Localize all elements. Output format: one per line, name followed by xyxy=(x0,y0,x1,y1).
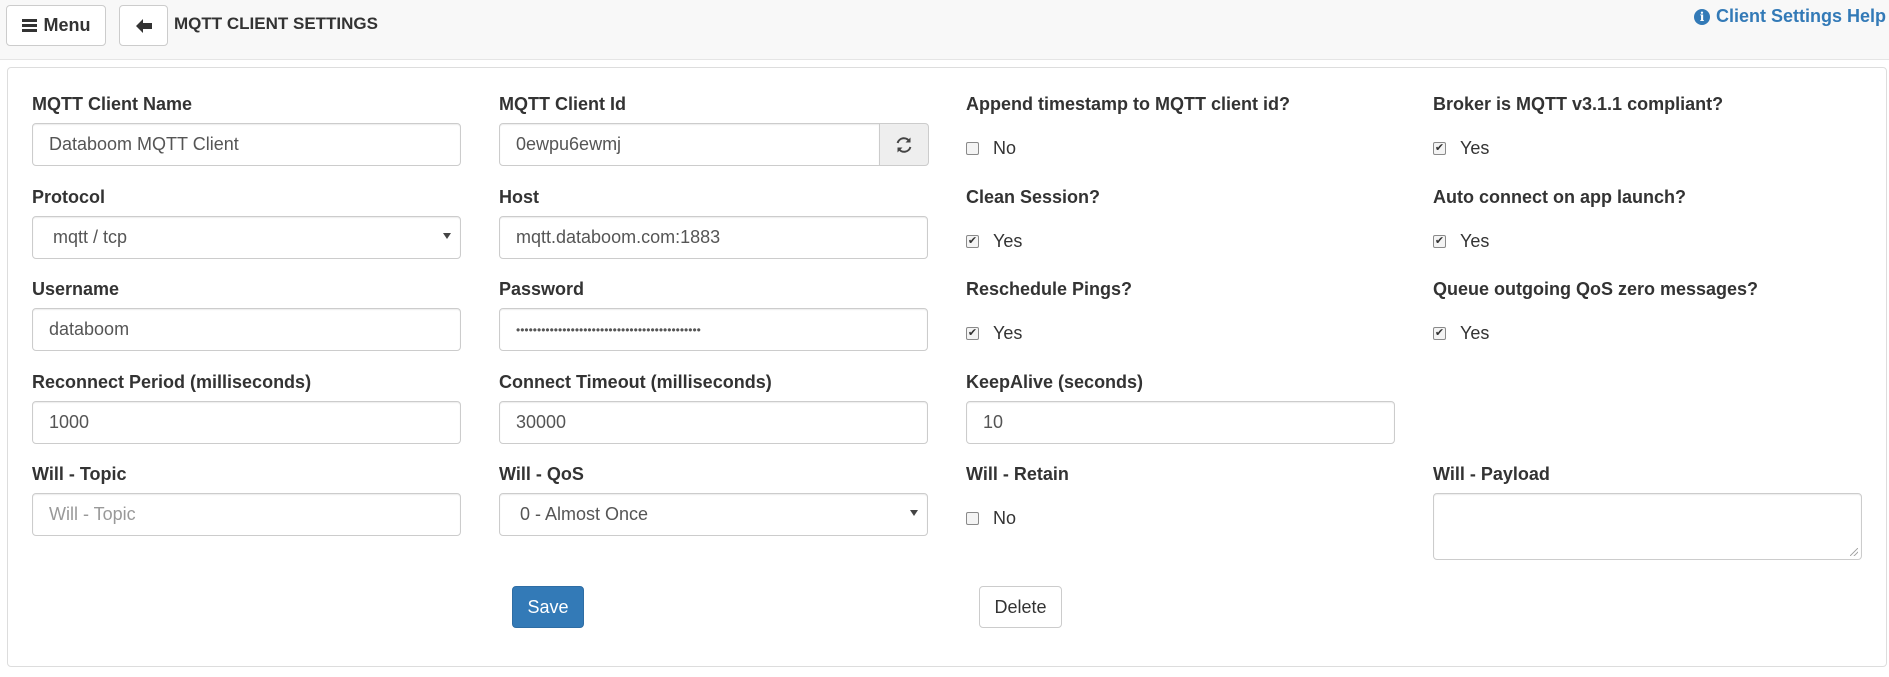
clean-session-checkbox[interactable]: ✔ xyxy=(966,235,979,248)
username-label: Username xyxy=(32,279,120,299)
connect-timeout-label: Connect Timeout (milliseconds) xyxy=(499,372,772,392)
broker-compliant-label: Broker is MQTT v3.1.1 compliant? xyxy=(1433,94,1724,114)
resize-grip-icon[interactable] xyxy=(1850,548,1858,556)
client-settings-help-link[interactable]: i Client Settings Help xyxy=(1693,6,1886,27)
clean-session-option-label: Yes xyxy=(993,231,1023,251)
auto-connect-option-label: Yes xyxy=(1460,231,1490,251)
arrow-left-icon xyxy=(135,18,152,33)
will-topic-label: Will - Topic xyxy=(32,464,127,484)
auto-connect-option: ✔ Yes xyxy=(1433,231,1489,252)
password-input[interactable]: ••••••••••••••••••••••••••••••••••••••••… xyxy=(499,308,928,351)
client-name-label: MQTT Client Name xyxy=(32,94,193,114)
page-title: MQTT CLIENT SETTINGS xyxy=(174,14,378,33)
queue-qos-zero-label: Queue outgoing QoS zero messages? xyxy=(1433,279,1759,299)
broker-compliant-option: ✔ Yes xyxy=(1433,138,1489,159)
will-topic-input[interactable]: Will - Topic xyxy=(32,493,461,536)
save-button[interactable]: Save xyxy=(512,586,584,628)
menu-button-label: Menu xyxy=(43,15,91,35)
chevron-down-icon xyxy=(443,233,451,239)
queue-qos-zero-option: ✔ Yes xyxy=(1433,323,1489,344)
clean-session-option: ✔ Yes xyxy=(966,231,1022,252)
host-label: Host xyxy=(499,187,539,207)
append-timestamp-label: Append timestamp to MQTT client id? xyxy=(966,94,1290,114)
will-qos-label: Will - QoS xyxy=(499,464,584,484)
will-retain-option: No xyxy=(966,508,1016,529)
client-id-input[interactable]: 0ewpu6ewmj xyxy=(499,123,880,166)
will-retain-option-label: No xyxy=(993,508,1017,528)
client-name-input[interactable]: Databoom MQTT Client xyxy=(32,123,461,166)
queue-qos-zero-option-label: Yes xyxy=(1460,323,1490,343)
will-qos-select[interactable]: 0 - Almost Once xyxy=(499,493,928,536)
broker-compliant-checkbox[interactable]: ✔ xyxy=(1433,142,1446,155)
auto-connect-label: Auto connect on app launch? xyxy=(1433,187,1686,207)
protocol-label: Protocol xyxy=(32,187,106,207)
append-timestamp-option-label: No xyxy=(993,138,1017,158)
refresh-icon xyxy=(896,136,912,153)
clean-session-label: Clean Session? xyxy=(966,187,1101,207)
reschedule-pings-label: Reschedule Pings? xyxy=(966,279,1133,299)
queue-qos-zero-checkbox[interactable]: ✔ xyxy=(1433,327,1446,340)
append-timestamp-option: No xyxy=(966,138,1016,159)
regenerate-client-id-button[interactable] xyxy=(879,123,929,166)
menu-button[interactable]: Menu xyxy=(6,5,106,46)
password-label: Password xyxy=(499,279,585,299)
connect-timeout-input[interactable]: 30000 xyxy=(499,401,928,444)
info-circle-icon: i xyxy=(1693,8,1710,25)
username-input[interactable]: databoom xyxy=(32,308,461,351)
hamburger-icon xyxy=(21,17,37,34)
top-bar: Menu MQTT CLIENT SETTINGS i Client Setti… xyxy=(0,0,1889,60)
will-payload-textarea[interactable] xyxy=(1433,493,1862,560)
reschedule-pings-option-label: Yes xyxy=(993,323,1023,343)
reschedule-pings-option: ✔ Yes xyxy=(966,323,1022,344)
will-payload-label: Will - Payload xyxy=(1433,464,1550,484)
back-button[interactable] xyxy=(119,5,168,46)
client-id-label: MQTT Client Id xyxy=(499,94,626,114)
will-qos-select-value: 0 - Almost Once xyxy=(520,504,649,524)
reschedule-pings-checkbox[interactable]: ✔ xyxy=(966,327,979,340)
keepalive-label: KeepAlive (seconds) xyxy=(966,372,1144,392)
append-timestamp-checkbox[interactable] xyxy=(966,142,979,155)
keepalive-input[interactable]: 10 xyxy=(966,401,1395,444)
reconnect-period-input[interactable]: 1000 xyxy=(32,401,461,444)
will-retain-label: Will - Retain xyxy=(966,464,1069,484)
will-retain-checkbox[interactable] xyxy=(966,512,979,525)
chevron-down-icon xyxy=(910,510,918,516)
settings-panel: MQTT Client Name Databoom MQTT Client MQ… xyxy=(7,67,1887,667)
protocol-select-value: mqtt / tcp xyxy=(53,227,128,247)
host-input[interactable]: mqtt.databoom.com:1883 xyxy=(499,216,928,259)
protocol-select[interactable]: mqtt / tcp xyxy=(32,216,461,259)
delete-button[interactable]: Delete xyxy=(979,586,1062,628)
reconnect-period-label: Reconnect Period (milliseconds) xyxy=(32,372,312,392)
help-link-label: Client Settings Help xyxy=(1715,6,1886,26)
auto-connect-checkbox[interactable]: ✔ xyxy=(1433,235,1446,248)
broker-compliant-option-label: Yes xyxy=(1460,138,1490,158)
